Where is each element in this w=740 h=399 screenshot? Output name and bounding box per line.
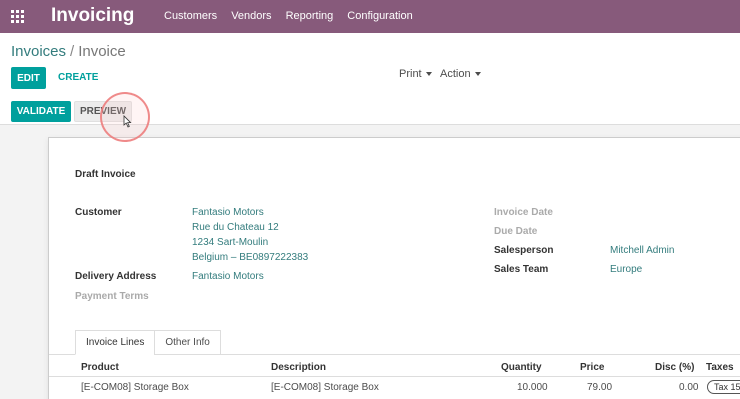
menu-configuration[interactable]: Configuration — [347, 10, 412, 22]
tab-invoice-lines[interactable]: Invoice Lines — [75, 330, 156, 355]
mouse-pointer-icon — [123, 115, 132, 128]
form-statusbar: VALIDATE PREVIEW — [0, 98, 740, 125]
customer-name-link[interactable]: Fantasio Motors — [192, 207, 264, 218]
top-navbar: Invoicing Customers Vendors Reporting Co… — [0, 0, 740, 33]
cell-quantity: 10.000 — [517, 382, 548, 393]
print-dropdown[interactable]: Print — [399, 68, 432, 80]
column-header-discount[interactable]: Disc (%) — [655, 362, 694, 373]
delivery-address-label: Delivery Address — [75, 271, 157, 282]
action-dropdown[interactable]: Action — [440, 68, 481, 80]
menu-vendors[interactable]: Vendors — [231, 10, 271, 22]
create-button[interactable]: CREATE — [58, 72, 98, 83]
column-header-description[interactable]: Description — [271, 362, 326, 373]
customer-street: Rue du Chateau 12 — [192, 222, 279, 233]
menu-customers[interactable]: Customers — [164, 10, 217, 22]
customer-country-vat: Belgium – BE0897222383 — [192, 252, 309, 263]
breadcrumb-current: Invoice — [78, 43, 126, 60]
salesperson-label: Salesperson — [494, 245, 554, 256]
caret-down-icon — [474, 72, 481, 77]
sales-team-label: Sales Team — [494, 264, 549, 275]
breadcrumb-invoices-link[interactable]: Invoices — [11, 43, 66, 60]
payment-terms-label: Payment Terms — [75, 291, 149, 302]
main-menu: Customers Vendors Reporting Configuratio… — [164, 10, 413, 22]
column-header-product[interactable]: Product — [81, 362, 119, 373]
menu-reporting[interactable]: Reporting — [286, 10, 334, 22]
tab-other-info[interactable]: Other Info — [154, 330, 221, 355]
breadcrumb-separator: / — [70, 43, 75, 60]
apps-menu-icon[interactable] — [11, 10, 24, 23]
form-tabs: Invoice Lines Other Info — [75, 330, 221, 355]
salesperson-link[interactable]: Mitchell Admin — [610, 245, 674, 256]
tax-badge: Tax 15 — [707, 380, 740, 394]
breadcrumb: Invoices / Invoice — [11, 43, 126, 60]
table-header-divider — [49, 376, 740, 377]
cell-discount: 0.00 — [679, 382, 699, 393]
customer-city: 1234 Sart-Moulin — [192, 237, 269, 248]
caret-down-icon — [425, 72, 432, 77]
print-label: Print — [399, 68, 422, 80]
delivery-address-link[interactable]: Fantasio Motors — [192, 271, 264, 282]
edit-button[interactable]: EDIT — [11, 67, 46, 89]
customer-label: Customer — [75, 207, 122, 218]
invoice-form-sheet: Draft Invoice Customer Fantasio Motors R… — [48, 137, 740, 399]
column-header-taxes[interactable]: Taxes — [706, 362, 734, 373]
column-header-quantity[interactable]: Quantity — [501, 362, 542, 373]
invoice-date-label: Invoice Date — [494, 207, 553, 218]
cell-description: [E-COM08] Storage Box — [271, 382, 379, 393]
app-title[interactable]: Invoicing — [51, 5, 134, 27]
invoice-status-title: Draft Invoice — [75, 169, 136, 180]
validate-button[interactable]: VALIDATE — [11, 101, 71, 122]
cell-product: [E-COM08] Storage Box — [81, 382, 189, 393]
sales-team-link[interactable]: Europe — [610, 264, 642, 275]
cell-price: 79.00 — [587, 382, 613, 393]
action-label: Action — [440, 68, 471, 80]
column-header-price[interactable]: Price — [580, 362, 604, 373]
due-date-label: Due Date — [494, 226, 538, 237]
